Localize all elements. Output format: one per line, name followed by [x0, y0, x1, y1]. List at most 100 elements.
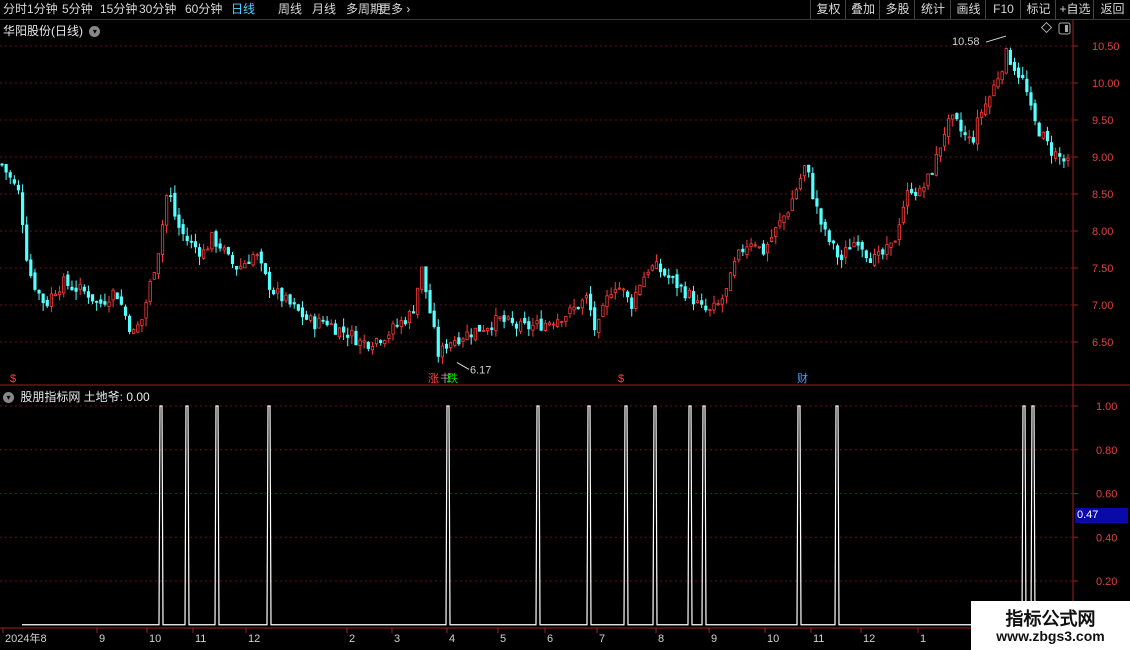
candle-body — [506, 316, 510, 320]
candle-body — [354, 330, 358, 346]
candle-body — [300, 307, 305, 318]
toolbar-right-item-7[interactable]: +自选 — [1055, 0, 1094, 19]
high-price-label: 10.58 — [952, 36, 980, 48]
candle-body — [222, 247, 226, 251]
candle-body — [556, 319, 560, 327]
candle-body — [667, 275, 671, 278]
candle-body — [263, 263, 268, 274]
candle-body — [25, 224, 29, 261]
candle-body — [663, 268, 667, 276]
current-value-box: 0.47 — [1075, 508, 1128, 523]
dropdown-icon[interactable]: ▾ — [89, 26, 101, 38]
candle-body — [737, 249, 741, 261]
toolbar-item-6[interactable]: 日线 — [231, 2, 255, 17]
toolbar-right-item-5[interactable]: F10 — [985, 0, 1021, 19]
date-label: 9 — [711, 633, 717, 645]
candle-body — [914, 191, 918, 196]
candle-body — [177, 214, 181, 228]
toolbar-right-item-4[interactable]: 画线 — [950, 0, 986, 19]
candle-body — [362, 340, 366, 343]
watermark: 指标公式网 www.zbgs3.com — [971, 601, 1130, 650]
indicator-title[interactable]: 股朋指标网 土地爷: 0.00 — [20, 390, 149, 404]
stock-title[interactable]: 华阳股份(日线) — [3, 24, 83, 38]
toolbar-item-5[interactable]: 60分钟 — [185, 2, 222, 17]
candle-body — [29, 259, 33, 277]
toolbar-item-3[interactable]: 15分钟 — [100, 2, 137, 17]
candle-body — [1041, 131, 1045, 139]
candle-body — [8, 172, 12, 178]
toolbar-item-8[interactable]: 月线 — [312, 2, 336, 17]
candle-body — [1058, 153, 1062, 157]
candle-body — [868, 258, 873, 263]
candle-body — [1017, 67, 1021, 78]
candle-body — [691, 291, 696, 305]
toolbar-right-item-3[interactable]: 统计 — [914, 0, 951, 19]
candle-body — [465, 331, 469, 340]
toolbar-item-0[interactable]: 分时 — [3, 2, 27, 17]
candle-body — [831, 240, 835, 244]
toolbar-item-2[interactable]: 5分钟 — [62, 2, 93, 17]
date-label: 4 — [449, 633, 455, 645]
candle-body — [1062, 158, 1066, 162]
indicator-tick-label: 0.40 — [1096, 532, 1117, 544]
event-marker: 涨 — [428, 372, 439, 385]
candle-body — [922, 187, 926, 192]
candle-body — [58, 291, 62, 296]
candle-body — [90, 294, 95, 302]
candle-body — [383, 340, 387, 345]
candle-body — [885, 244, 889, 255]
price-tick-label: 8.00 — [1092, 226, 1113, 238]
candle-body — [284, 294, 288, 301]
candle-body — [399, 320, 403, 327]
candle-body — [115, 292, 119, 300]
candle-body — [827, 230, 831, 243]
panel-toggle-icon-fill — [1065, 25, 1068, 32]
candle-body — [218, 243, 222, 249]
candle-body — [877, 251, 881, 256]
candle-body — [185, 235, 189, 242]
candle-body — [169, 195, 173, 198]
candle-body — [1000, 71, 1004, 81]
candle-body — [346, 334, 350, 338]
event-marker: 财 — [797, 371, 808, 385]
candle-body — [370, 346, 375, 351]
toolbar-right-item-6[interactable]: 标记 — [1020, 0, 1056, 19]
toolbar-right-item-0[interactable]: 复权 — [810, 0, 846, 19]
candle-body — [272, 289, 276, 295]
candle-body — [342, 326, 346, 333]
candle-body — [658, 263, 663, 273]
candle-body — [901, 206, 905, 223]
candle-body — [560, 321, 564, 323]
candle-body — [1008, 50, 1012, 65]
toolbar-item-7[interactable]: 周线 — [278, 2, 302, 17]
candle-body — [856, 241, 860, 246]
candle-body — [461, 338, 465, 342]
candle-body — [230, 255, 235, 265]
toolbar-item-9[interactable]: 多周期 — [346, 2, 382, 17]
candle-body — [551, 323, 556, 326]
candle-body — [568, 307, 572, 315]
candle-body — [99, 299, 103, 304]
toolbar-item-1[interactable]: 1分钟 — [27, 2, 58, 17]
candle-body — [457, 337, 461, 345]
date-label: 11 — [813, 633, 824, 645]
toolbar-item-10[interactable]: 更多 › — [379, 2, 410, 17]
candle-body — [909, 188, 914, 194]
toolbar-right-item-8[interactable]: 返回 — [1093, 0, 1130, 19]
candle-body — [671, 276, 675, 278]
toolbar-right-item-2[interactable]: 多股 — [879, 0, 915, 19]
candle-body — [1025, 78, 1029, 93]
candle-body — [416, 287, 420, 315]
dropdown-icon[interactable]: ▾ — [3, 392, 14, 404]
toolbar-item-4[interactable]: 30分钟 — [139, 2, 176, 17]
candle-body — [638, 284, 642, 295]
candle-body — [132, 329, 136, 335]
toolbar-right-item-1[interactable]: 叠加 — [845, 0, 880, 19]
date-label: 12 — [863, 633, 875, 645]
candle-body — [239, 265, 243, 270]
candle-body — [757, 246, 761, 249]
date-label: 10 — [149, 633, 161, 645]
candle-body — [391, 323, 395, 335]
candle-body — [53, 293, 58, 297]
candle-body — [778, 220, 782, 227]
